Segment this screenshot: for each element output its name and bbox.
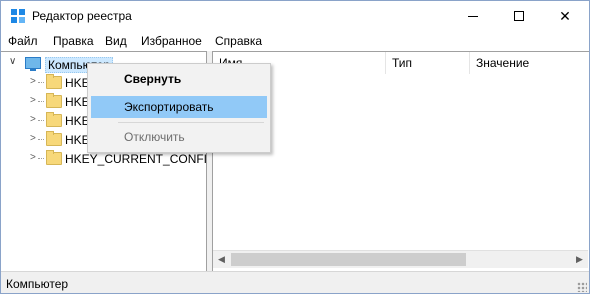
menu-bar: Файл Правка Вид Избранное Справка [1, 31, 589, 51]
scroll-right-icon[interactable]: ▶ [571, 251, 588, 268]
scrollbar-thumb[interactable] [231, 253, 466, 266]
menu-favorites[interactable]: Избранное [141, 34, 202, 48]
folder-icon [46, 112, 62, 127]
status-bar: Компьютер [1, 271, 589, 293]
tree-item-label: HKEY_CURRENT_CONFIG [65, 152, 217, 166]
export-menu-item[interactable]: Экспортировать [91, 96, 267, 118]
menu-separator [118, 122, 264, 123]
tree-item-label: HKE [65, 114, 90, 128]
tree-connector [38, 139, 44, 140]
menu-help[interactable]: Справка [215, 34, 262, 48]
tree-connector [38, 120, 44, 121]
maximize-icon [514, 11, 524, 21]
horizontal-scrollbar[interactable]: ◀ ▶ [213, 250, 588, 268]
tree-item-label: HKE [65, 76, 90, 90]
folder-icon [46, 74, 62, 89]
resize-grip-icon[interactable] [577, 282, 587, 292]
menu-file[interactable]: Файл [8, 34, 38, 48]
tree-connector [38, 101, 44, 102]
window-title: Редактор реестра [32, 9, 132, 23]
menu-view[interactable]: Вид [105, 34, 127, 48]
context-menu: Свернуть Экспортировать Отключить [87, 63, 271, 153]
column-header-type[interactable]: Тип [386, 52, 470, 74]
registry-editor-icon [11, 9, 25, 23]
chevron-down-icon[interactable]: ∨ [9, 56, 19, 67]
tree-item-label: HKE [65, 133, 90, 147]
tree-connector [38, 82, 44, 83]
title-bar[interactable]: Редактор реестра ✕ [1, 1, 589, 31]
minimize-button[interactable] [450, 1, 496, 31]
close-button[interactable]: ✕ [542, 1, 588, 31]
minimize-icon [468, 16, 478, 17]
scroll-left-icon[interactable]: ◀ [213, 251, 230, 268]
maximize-button[interactable] [496, 1, 542, 31]
menu-edit[interactable]: Правка [53, 34, 94, 48]
registry-editor-window: Редактор реестра ✕ Файл Правка Вид Избра… [0, 0, 590, 294]
tree-connector [38, 158, 44, 159]
column-header-value[interactable]: Значение [470, 52, 589, 74]
collapse-menu-item[interactable]: Свернуть [91, 68, 267, 90]
computer-icon [25, 57, 41, 71]
tree-item-label: HKE [65, 95, 90, 109]
folder-icon [46, 131, 62, 146]
folder-icon [46, 150, 62, 165]
disable-menu-item: Отключить [124, 130, 185, 144]
close-icon: ✕ [559, 8, 571, 24]
folder-icon [46, 93, 62, 108]
status-path: Компьютер [6, 277, 69, 291]
